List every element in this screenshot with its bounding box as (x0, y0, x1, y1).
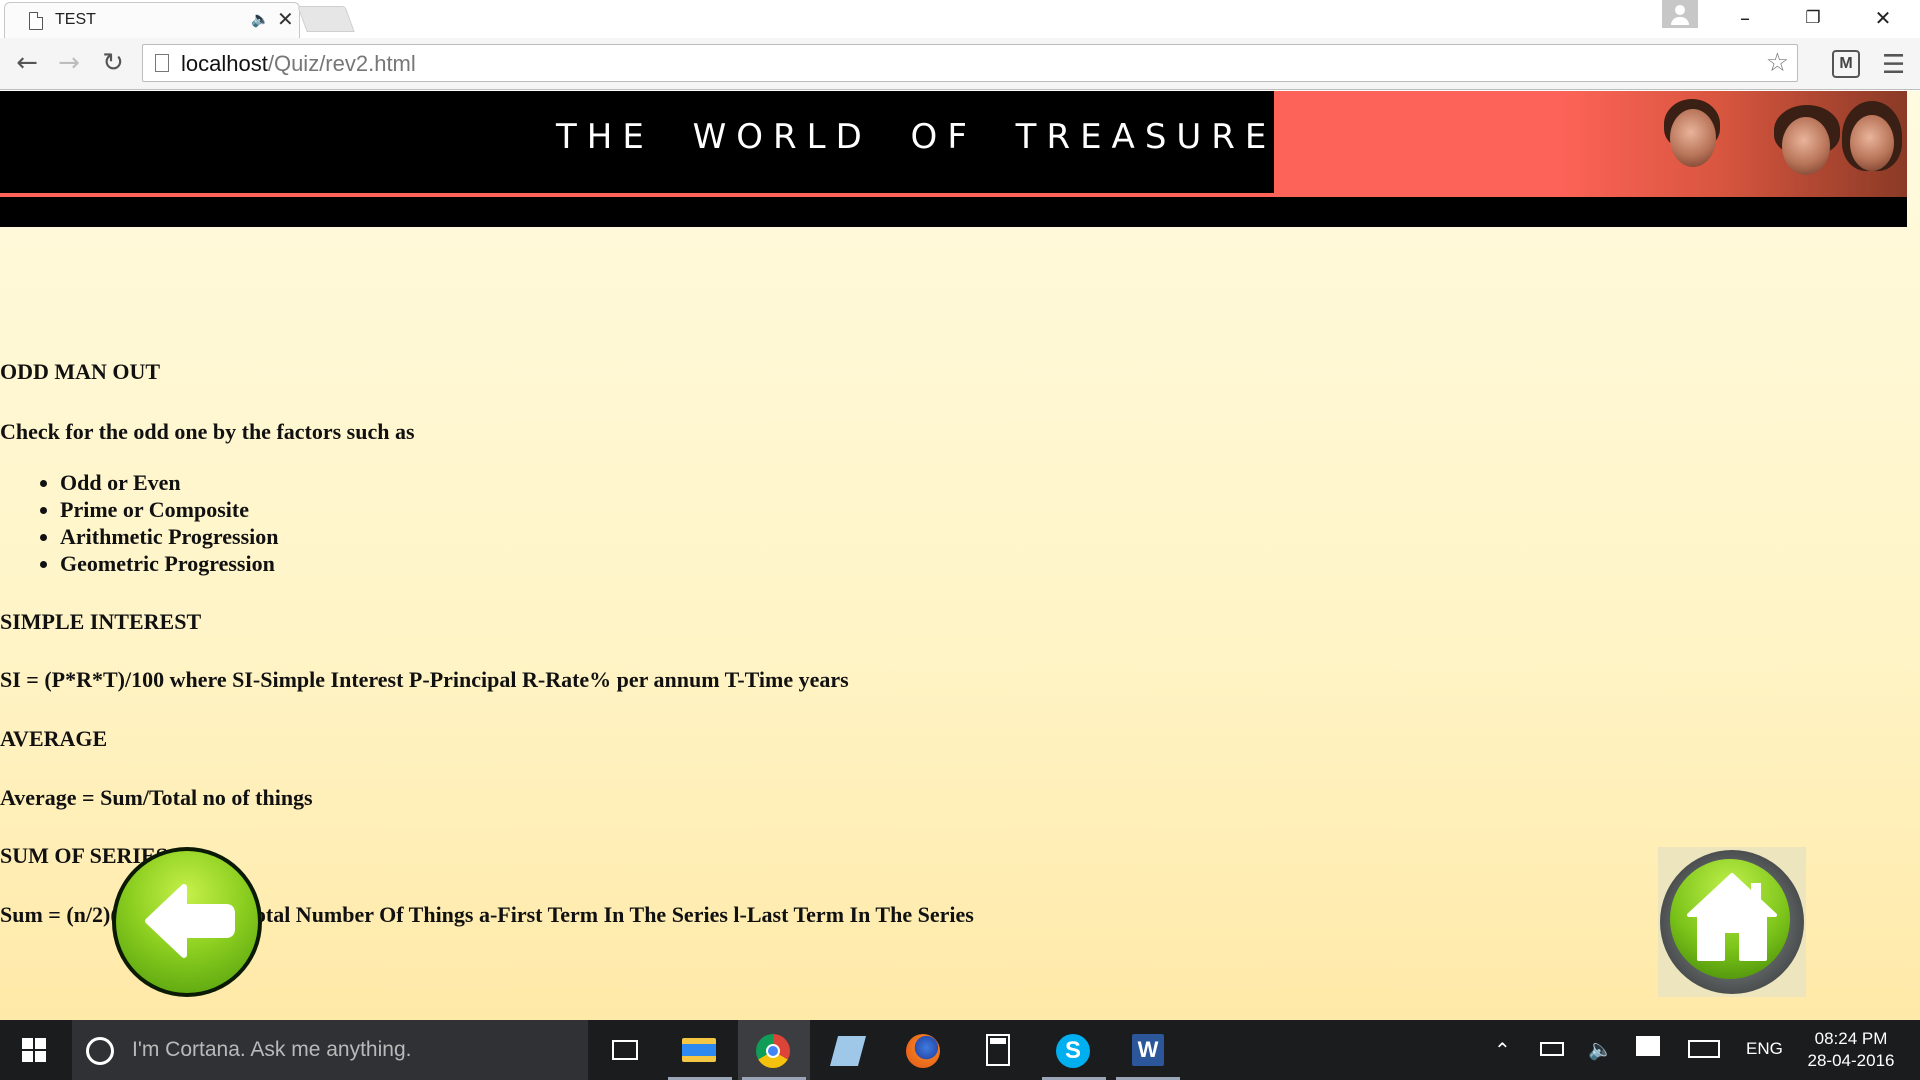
speaker-icon[interactable]: 🔈 (251, 10, 270, 28)
list-item: Arithmetic Progression (40, 524, 279, 549)
home-icon (1687, 873, 1777, 961)
heading-odd-man-out: ODD MAN OUT (0, 359, 161, 384)
start-button[interactable] (0, 1020, 70, 1080)
action-center-icon[interactable] (1636, 1036, 1660, 1080)
home-button[interactable] (1658, 847, 1806, 997)
profile-icon[interactable] (1662, 0, 1698, 28)
banner-photo (1274, 91, 1907, 197)
page-icon (155, 54, 169, 72)
list-item: Prime or Composite (40, 496, 279, 523)
list-item: Geometric Progression (40, 550, 279, 577)
banner-title: THE WORLD OF TREASURE (556, 117, 1277, 157)
factor-list: Odd or Even Prime or Composite Arithmeti… (40, 469, 279, 577)
address-bar[interactable]: localhost/Quiz/rev2.html ☆ (142, 44, 1798, 82)
extension-icon[interactable]: M (1832, 50, 1860, 78)
reload-icon[interactable]: ↻ (96, 46, 130, 80)
page-icon (29, 12, 43, 30)
word-icon[interactable]: W (1112, 1020, 1184, 1080)
task-view-button[interactable] (588, 1020, 660, 1080)
clock-date: 28-04-2016 (1807, 1051, 1895, 1070)
average-formula: Average = Sum/Total no of things (0, 785, 313, 810)
back-arrow-icon[interactable]: ← (10, 46, 44, 80)
restore-button[interactable]: ❐ (1784, 0, 1842, 36)
minimize-button[interactable]: – (1716, 0, 1774, 36)
windows-taskbar: I'm Cortana. Ask me anything. S W ⌃ 🔈 EN… (0, 1020, 1920, 1080)
menu-icon[interactable]: ☰ (1882, 50, 1905, 80)
forward-arrow-icon[interactable]: → (52, 46, 86, 80)
close-window-button[interactable]: ✕ (1854, 0, 1912, 36)
cortana-icon (86, 1037, 114, 1065)
banner-stripe (0, 193, 1274, 197)
firefox-icon[interactable] (888, 1020, 960, 1080)
calculator-icon[interactable] (962, 1020, 1034, 1080)
simple-interest-formula: SI = (P*R*T)/100 where SI-Simple Interes… (0, 667, 849, 692)
cortana-placeholder: I'm Cortana. Ask me anything. (132, 1038, 412, 1061)
volume-icon[interactable]: 🔈 (1588, 1037, 1613, 1080)
battery-icon[interactable] (1540, 1042, 1564, 1080)
notes-app-icon[interactable] (812, 1020, 884, 1080)
clock-time: 08:24 PM (1814, 1029, 1888, 1048)
close-tab-icon[interactable]: ✕ (277, 7, 294, 32)
odd-man-out-intro: Check for the odd one by the factors suc… (0, 419, 415, 444)
browser-toolbar: ← → ↻ localhost/Quiz/rev2.html ☆ M ☰ (0, 38, 1920, 90)
chrome-icon[interactable] (738, 1020, 810, 1080)
header-banner: THE WORLD OF TREASURE (0, 91, 1907, 227)
tab-title: TEST (55, 11, 96, 28)
page-viewport: THE WORLD OF TREASURE ODD MAN OUT Check … (0, 91, 1920, 1020)
new-tab-button[interactable] (297, 6, 355, 32)
language-indicator[interactable]: ENG (1746, 1039, 1783, 1080)
show-hidden-icons[interactable]: ⌃ (1494, 1038, 1511, 1080)
left-arrow-icon (145, 884, 235, 958)
file-explorer-icon[interactable] (664, 1020, 736, 1080)
cortana-search-box[interactable]: I'm Cortana. Ask me anything. (72, 1020, 588, 1080)
bookmark-star-icon[interactable]: ☆ (1766, 48, 1789, 78)
skype-icon[interactable]: S (1038, 1020, 1110, 1080)
clock[interactable]: 08:24 PM 28-04-2016 (1795, 1028, 1907, 1072)
keyboard-icon[interactable] (1688, 1040, 1720, 1080)
back-button[interactable] (112, 847, 262, 997)
url-path: /Quiz/rev2.html (267, 51, 416, 76)
list-item: Odd or Even (40, 469, 279, 496)
heading-simple-interest: SIMPLE INTEREST (0, 609, 202, 634)
tab-strip: TEST 🔈 ✕ – ❐ ✕ (0, 0, 1920, 38)
url-host: localhost (181, 51, 268, 76)
browser-tab[interactable]: TEST 🔈 ✕ (4, 2, 300, 38)
url-text[interactable]: localhost/Quiz/rev2.html (181, 51, 416, 77)
heading-average: AVERAGE (0, 726, 108, 751)
